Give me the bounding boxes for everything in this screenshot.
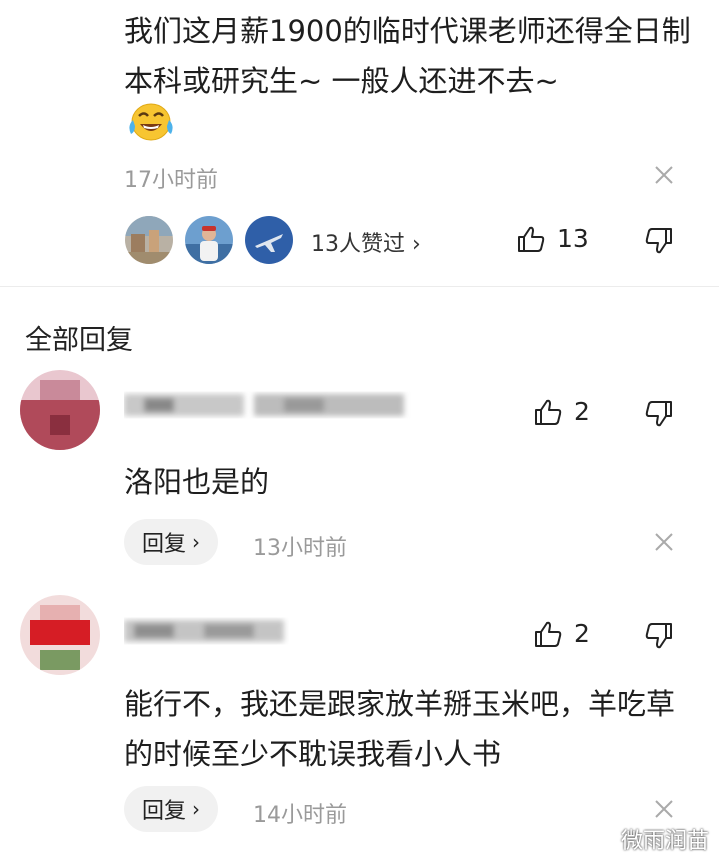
close-icon[interactable] (654, 532, 674, 552)
thumbs-up-icon[interactable] (533, 619, 563, 649)
reply-text: 能行不，我还是跟家放羊掰玉米吧，羊吃草的时候至少不耽误我看小人书 (124, 687, 676, 771)
avatar[interactable] (20, 370, 100, 450)
chevron-right-icon: › (192, 797, 201, 821)
like-count: 2 (574, 397, 590, 426)
thumbs-down-icon[interactable] (644, 226, 674, 256)
reply-text: 洛阳也是的 (124, 465, 270, 499)
like-count: 2 (574, 619, 590, 648)
thumbs-down-icon[interactable] (644, 621, 674, 651)
avatar[interactable] (20, 595, 100, 675)
reply-button[interactable]: 回复 › (124, 786, 219, 832)
avatar[interactable] (185, 216, 233, 264)
comment-time: 17小时前 (124, 168, 218, 193)
close-icon[interactable] (654, 799, 674, 819)
avatar[interactable] (245, 216, 293, 264)
laughing-crying-face-icon (129, 103, 173, 141)
like-count: 13 (557, 224, 589, 253)
reply-time: 14小时前 (253, 803, 347, 828)
close-icon[interactable] (654, 165, 674, 185)
chevron-right-icon: › (192, 530, 201, 554)
watermark: 微雨润苗 (620, 829, 709, 854)
reply-button[interactable]: 回复 › (124, 519, 219, 565)
username-blurred[interactable] (124, 388, 414, 422)
username-blurred[interactable] (124, 614, 289, 648)
divider (0, 286, 719, 287)
reply-button-label: 回复 (142, 799, 187, 824)
reply-time: 13小时前 (253, 536, 347, 561)
comment-text: 我们这月薪1900的临时代课老师还得全日制本科或研究生~ 一般人还进不去~ (124, 14, 691, 98)
likers-link[interactable]: 13人赞过 › (311, 226, 421, 258)
reply-button-label: 回复 (142, 532, 187, 557)
thumbs-up-icon[interactable] (533, 397, 563, 427)
section-title: 全部回复 (25, 325, 133, 356)
avatar[interactable] (125, 216, 173, 264)
thumbs-down-icon[interactable] (644, 399, 674, 429)
thumbs-up-icon[interactable] (516, 224, 546, 254)
